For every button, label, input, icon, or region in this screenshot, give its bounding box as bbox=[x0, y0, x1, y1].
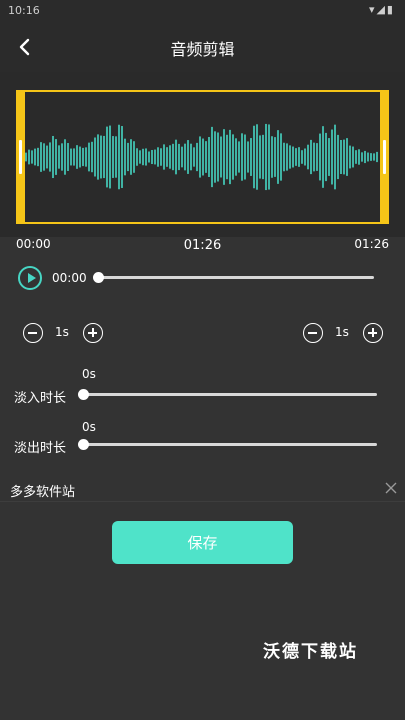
plus-icon-v bbox=[92, 328, 94, 337]
trim-end-minus-button[interactable] bbox=[303, 323, 323, 343]
trim-end-step: 1s bbox=[335, 325, 349, 339]
status-time: 10:16 bbox=[8, 4, 40, 17]
watermark-text: 沃德下载站 bbox=[263, 642, 358, 662]
trim-start-step: 1s bbox=[55, 325, 69, 339]
waveform bbox=[25, 123, 378, 191]
playback-slider-thumb[interactable] bbox=[93, 272, 104, 283]
play-button[interactable] bbox=[18, 266, 42, 290]
fade-in-slider-thumb[interactable] bbox=[78, 389, 89, 400]
timeline-end: 01:26 bbox=[354, 237, 389, 251]
fade-in-value: 0s bbox=[82, 367, 96, 381]
page-title: 音频剪辑 bbox=[170, 40, 235, 59]
fade-out-slider-track[interactable] bbox=[83, 443, 377, 446]
play-icon bbox=[28, 273, 36, 283]
trim-end-plus-button[interactable] bbox=[363, 323, 383, 343]
trim-start-minus-button[interactable] bbox=[23, 323, 43, 343]
fade-out-slider-thumb[interactable] bbox=[78, 439, 89, 450]
grip-icon bbox=[19, 140, 22, 174]
status-icons: ▾◢▮ bbox=[368, 3, 395, 16]
playback-slider-track[interactable] bbox=[98, 276, 374, 279]
plus-icon-v bbox=[372, 328, 374, 337]
trim-start-handle[interactable] bbox=[16, 90, 25, 224]
close-icon bbox=[385, 482, 397, 494]
grip-icon bbox=[383, 140, 386, 174]
minus-icon bbox=[28, 332, 37, 334]
fade-out-label: 淡出时长 bbox=[14, 441, 67, 456]
divider bbox=[0, 501, 405, 502]
ad-text: 多多软件站 bbox=[10, 485, 76, 500]
fade-in-label: 淡入时长 bbox=[14, 391, 67, 406]
ad-close-button[interactable] bbox=[383, 480, 399, 496]
status-bar: 10:16 ▾◢▮ bbox=[0, 0, 405, 22]
timeline-duration: 01:26 bbox=[183, 238, 222, 253]
playback-time: 00:00 bbox=[52, 271, 87, 285]
fade-in-slider-track[interactable] bbox=[83, 393, 377, 396]
minus-icon bbox=[308, 332, 317, 334]
fade-out-value: 0s bbox=[82, 420, 96, 434]
trim-start-plus-button[interactable] bbox=[83, 323, 103, 343]
trim-end-handle[interactable] bbox=[380, 90, 389, 224]
save-button[interactable]: 保存 bbox=[112, 521, 293, 564]
ad-banner[interactable]: 多多软件站 bbox=[0, 478, 405, 502]
app-bar: 音频剪辑 bbox=[0, 22, 405, 72]
